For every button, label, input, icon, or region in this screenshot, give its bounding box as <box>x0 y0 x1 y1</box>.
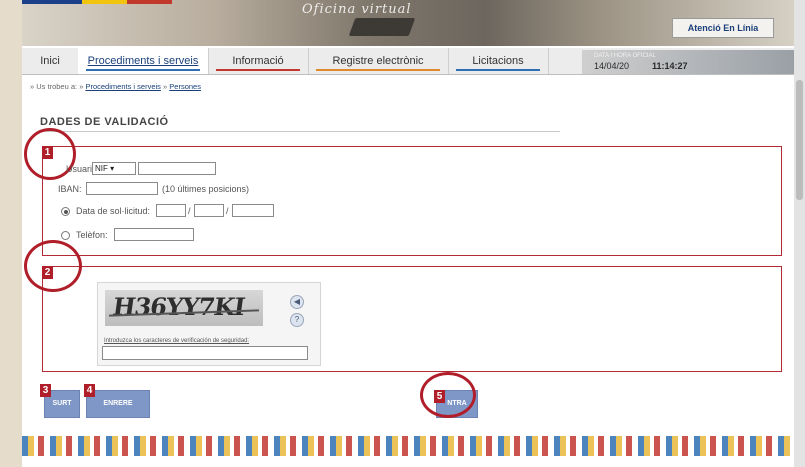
flag-stripe <box>22 0 172 4</box>
laptop-illustration <box>348 18 416 36</box>
step-number-3: 3 <box>40 384 51 397</box>
iban-label: IBAN: <box>58 184 82 194</box>
usuari-input[interactable] <box>138 162 216 175</box>
iban-input[interactable] <box>86 182 158 195</box>
tab-label: Licitacions <box>472 55 524 67</box>
date-separator: / <box>226 206 229 216</box>
date-radio[interactable] <box>61 207 70 216</box>
tab-label: Procediments i serveis <box>87 55 199 67</box>
scrollbar-thumb[interactable] <box>796 80 803 200</box>
atencio-en-linia-button[interactable]: Atenció En Línia <box>672 18 774 38</box>
date-day-input[interactable] <box>156 204 186 217</box>
scrollbar[interactable] <box>794 0 805 467</box>
phone-option-label: Telèfon: <box>76 230 108 240</box>
page-title: DADES DE VALIDACIÓ <box>40 116 169 128</box>
tab-label: Inici <box>40 55 60 67</box>
phone-radio[interactable] <box>61 231 70 240</box>
highlight-circle-5 <box>420 372 476 418</box>
tab-inici[interactable]: Inici <box>22 48 79 74</box>
tab-licitacions[interactable]: Licitacions <box>448 48 549 74</box>
question-icon[interactable]: ? <box>290 313 304 327</box>
decorative-footer <box>22 436 794 456</box>
tab-accent <box>216 69 300 71</box>
title-divider <box>40 131 560 132</box>
speaker-icon[interactable]: ◀ <box>290 295 304 309</box>
tab-accent <box>316 69 440 71</box>
breadcrumb-prefix: » Us trobeu a: » <box>30 82 84 91</box>
highlight-circle-2 <box>24 240 82 292</box>
breadcrumb-link-procediments[interactable]: Procediments i serveis <box>85 82 160 91</box>
tab-informacio[interactable]: Informació <box>208 48 309 74</box>
header-banner: Oficina virtual Atenció En Línia <box>22 0 794 46</box>
usuari-type-select[interactable]: NIF ▾ <box>92 162 136 175</box>
captcha-label: Introduzca los caracteres de verificació… <box>104 338 250 344</box>
datetime-label: DATA I HORA OFICIAL <box>594 53 656 59</box>
date-month-input[interactable] <box>194 204 224 217</box>
tab-accent <box>86 69 200 71</box>
usuari-label: Usuari: <box>66 164 95 174</box>
tab-label: Informació <box>232 55 284 67</box>
iban-hint: (10 últimes posicions) <box>162 184 250 194</box>
enrere-button[interactable]: ENRERE <box>86 390 150 418</box>
tab-procediments[interactable]: Procediments i serveis <box>78 48 209 74</box>
tab-accent <box>456 69 540 71</box>
breadcrumb-separator: » <box>163 82 168 91</box>
date-separator: / <box>188 206 191 216</box>
phone-input[interactable] <box>114 228 194 241</box>
official-datetime: DATA I HORA OFICIAL 14/04/20 11:14:27 <box>582 50 794 74</box>
browser-page: Oficina virtual Atenció En Línia Inici P… <box>22 0 794 467</box>
surt-label: SURT <box>52 400 72 407</box>
captcha-image: H36YY7KI <box>105 290 263 326</box>
enrere-label: ENRERE <box>103 400 133 407</box>
footer-strip <box>22 456 794 467</box>
date-year-input[interactable] <box>232 204 274 217</box>
official-date: 14/04/20 <box>594 61 630 71</box>
captcha-input[interactable] <box>102 346 308 360</box>
official-time: 11:14:27 <box>652 61 688 71</box>
date-option-label: Data de sol·licitud: <box>76 206 151 216</box>
breadcrumb-link-persones[interactable]: Persones <box>169 82 201 91</box>
breadcrumb: » Us trobeu a: » Procediments i serveis … <box>30 82 201 91</box>
captcha-text: H36YY7KI <box>110 292 247 321</box>
tab-label: Registre electrònic <box>332 55 424 67</box>
banner-watermark: Oficina virtual <box>302 2 412 17</box>
tab-registre[interactable]: Registre electrònic <box>308 48 449 74</box>
step-number-4: 4 <box>84 384 95 397</box>
